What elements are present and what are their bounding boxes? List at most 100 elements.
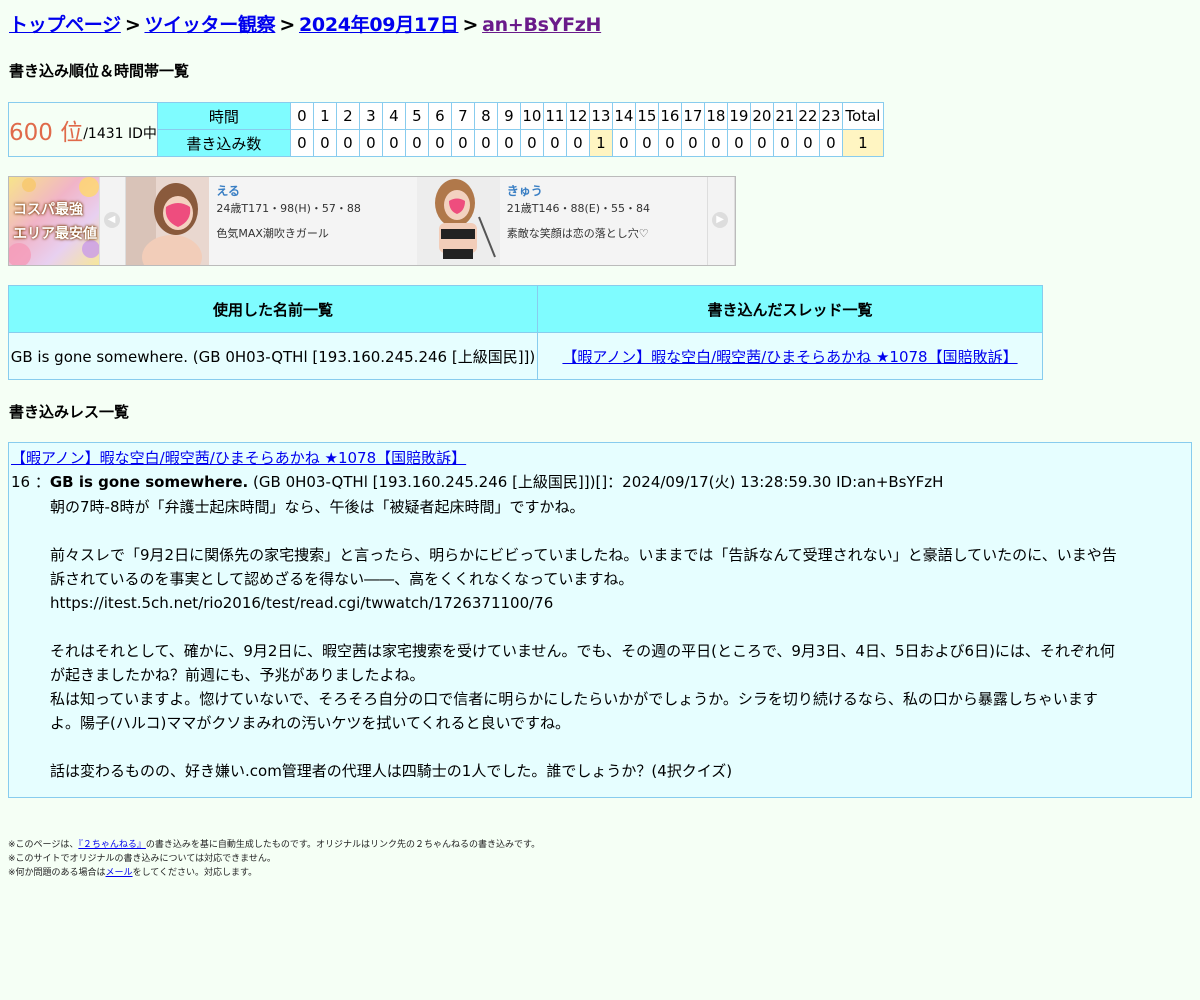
- total-header: Total: [841, 102, 884, 130]
- count-row-label: 書き込み数: [156, 129, 291, 157]
- thread-link[interactable]: 【暇アノン】暇な空白/暇空茜/ひまそらあかね ★1078【国賠敗訴】: [562, 348, 1017, 366]
- breadcrumb-home-link[interactable]: トップページ: [9, 14, 121, 36]
- hour-count: 0: [542, 129, 567, 157]
- name-value: GB is gone somewhere. (GB 0H03-QTHl [193…: [8, 332, 538, 380]
- ad-banner[interactable]: コスパ最強 エリア最安値 ◀ える 24歳T171・98(H)・57・88 色気…: [8, 176, 736, 266]
- rank-suffix: /1431 ID中: [83, 125, 157, 142]
- post-line: 朝の7時-8時が「弁護士起床時間」なら、午後は「被疑者起床時間」ですかね。: [50, 498, 585, 516]
- hour-header: 14: [611, 102, 636, 130]
- post-line: 私は知っていますよ。惚けていないで、そろそろ自分の口で信者に明らかにしたらいかが…: [50, 690, 1098, 708]
- hour-header: 11: [542, 102, 567, 130]
- hour-count: 0: [703, 129, 728, 157]
- post-line: 話は変わるものの、好き嫌い.com管理者の代理人は四騎士の1人でした。誰でしょう…: [50, 762, 733, 780]
- hour-count: 0: [427, 129, 452, 157]
- rank-cell: 600 位/1431 ID中: [8, 102, 158, 157]
- hour-header: 8: [473, 102, 498, 130]
- footer-mail-link[interactable]: メール: [106, 868, 133, 878]
- ad-card-desc: 素敵な笑顔は恋の落とし穴♡: [506, 227, 649, 240]
- ad-card-stats: 24歳T171・98(H)・57・88: [216, 202, 361, 215]
- names-header: 使用した名前一覧: [8, 285, 538, 333]
- hour-header: 20: [749, 102, 774, 130]
- breadcrumb-separator: >: [462, 14, 479, 36]
- chevron-left-icon: ◀: [103, 212, 120, 228]
- footer-line: ※このサイトでオリジナルの書き込みについては対応できません。: [8, 854, 276, 864]
- post-box: 【暇アノン】暇な空白/暇空茜/ひまそらあかね ★1078【国賠敗訴】 16 ：G…: [8, 442, 1192, 798]
- ad-logo[interactable]: コスパ最強 エリア最安値: [9, 177, 99, 265]
- hour-count: 0: [358, 129, 383, 157]
- hour-header: 5: [404, 102, 429, 130]
- ad-photo: [126, 177, 210, 265]
- post-thread-link[interactable]: 【暇アノン】暇な空白/暇空茜/ひまそらあかね ★1078【国賠敗訴】: [11, 447, 466, 468]
- post-header: 16 ：GB is gone somewhere. (GB 0H03-QTHl …: [11, 471, 943, 492]
- post-author: GB is gone somewhere.: [49, 473, 249, 491]
- post-body: 朝の7時-8時が「弁護士起床時間」なら、午後は「被疑者起床時間」ですかね。 前々…: [50, 495, 1187, 783]
- names-threads-table: 使用した名前一覧 書き込んだスレッド一覧 GB is gone somewher…: [8, 285, 1043, 380]
- hour-count: 0: [818, 129, 843, 157]
- ad-card-desc: 色気MAX潮吹きガール: [216, 227, 329, 240]
- hour-count: 0: [519, 129, 544, 157]
- footer: ※このページは、『２ちゃんねる』の書き込みを基に自動生成したものです。オリジナル…: [8, 838, 540, 880]
- threads-header: 書き込んだスレッド一覧: [537, 285, 1043, 333]
- hour-count: 0: [473, 129, 498, 157]
- breadcrumb-separator: >: [279, 14, 295, 36]
- posts-section-title: 書き込みレス一覧: [9, 403, 130, 421]
- post-line: 前々スレで「9月2日に関係先の家宅捜索」と言ったら、明らかにビビっていましたね。…: [50, 546, 1117, 564]
- hour-header: 13: [588, 102, 613, 130]
- hour-header: 12: [565, 102, 590, 130]
- post-url: https://itest.5ch.net/rio2016/test/read.…: [50, 594, 554, 612]
- ad-card[interactable]: きゅう 21歳T146・88(E)・55・84 素敵な笑顔は恋の落とし穴♡: [416, 177, 708, 265]
- ad-photo: [416, 177, 500, 265]
- hour-header: 0: [289, 102, 314, 130]
- hour-count: 0: [634, 129, 659, 157]
- hour-header: 7: [450, 102, 475, 130]
- hour-count: 0: [749, 129, 774, 157]
- footer-2ch-link[interactable]: 『２ちゃんねる』: [78, 840, 146, 850]
- rank-table: 600 位/1431 ID中 時間 0 1 2 3 4 5 6 7 8 9 10…: [8, 102, 884, 157]
- hour-header: 16: [657, 102, 682, 130]
- hour-header: 9: [496, 102, 521, 130]
- hour-count: 0: [312, 129, 337, 157]
- post-line: 訴されているのを事実として認めざるを得ない――、高をくくれなくなっていますね。: [50, 570, 634, 588]
- hour-header: 22: [795, 102, 820, 130]
- post-line: それはそれとして、確かに、9月2日に、暇空茜は家宅捜索を受けていません。でも、そ…: [50, 642, 1115, 660]
- hour-header: 21: [772, 102, 797, 130]
- ad-card-name: える: [216, 184, 240, 198]
- flower-decoration-icon: [9, 177, 99, 265]
- total-count: 1: [841, 129, 884, 157]
- footer-line: ※このページは、『２ちゃんねる』の書き込みを基に自動生成したものです。オリジナル…: [8, 840, 541, 850]
- ad-card-name: きゅう: [506, 184, 543, 198]
- breadcrumb-separator: >: [124, 14, 141, 36]
- hour-count: 0: [565, 129, 590, 157]
- thread-cell: 【暇アノン】暇な空白/暇空茜/ひまそらあかね ★1078【国賠敗訴】: [537, 332, 1043, 380]
- ad-card[interactable]: える 24歳T171・98(H)・57・88 色気MAX潮吹きガール: [126, 177, 417, 265]
- ad-next-button[interactable]: ▶: [707, 177, 735, 265]
- ad-card-stats: 21歳T146・88(E)・55・84: [506, 202, 650, 215]
- rank-value: 600 位: [9, 119, 84, 146]
- ad-logo-line2: エリア最安値: [13, 226, 97, 242]
- hour-count: 0: [335, 129, 360, 157]
- hour-header: 4: [381, 102, 406, 130]
- chevron-right-icon: ▶: [712, 212, 729, 228]
- hour-header: 3: [358, 102, 383, 130]
- hour-header: 1: [312, 102, 337, 130]
- time-row-label: 時間: [156, 102, 291, 130]
- hour-count: 1: [588, 129, 613, 157]
- profile-photo-icon: [416, 177, 500, 265]
- breadcrumb: トップページ > ツイッター観察 >2024年09月17日 > an+BsYFzH: [9, 10, 601, 37]
- hour-header: 6: [427, 102, 452, 130]
- hour-header: 17: [680, 102, 705, 130]
- breadcrumb-board-link[interactable]: ツイッター観察: [144, 14, 275, 36]
- post-meta: (GB 0H03-QTHl [193.160.245.246 [上級国民]])[…: [248, 473, 944, 491]
- hour-count: 0: [795, 129, 820, 157]
- post-number: 16 ：: [11, 473, 50, 491]
- breadcrumb-current-link[interactable]: an+BsYFzH: [482, 14, 601, 36]
- breadcrumb-date-link[interactable]: 2024年09月17日: [299, 14, 459, 36]
- ad-prev-button[interactable]: ◀: [98, 177, 127, 265]
- profile-photo-icon: [126, 177, 210, 265]
- hour-header: 2: [335, 102, 360, 130]
- hour-header: 19: [726, 102, 751, 130]
- hour-count: 0: [289, 129, 314, 157]
- hour-header: 18: [703, 102, 728, 130]
- hour-header: 23: [818, 102, 843, 130]
- hour-count: 0: [404, 129, 429, 157]
